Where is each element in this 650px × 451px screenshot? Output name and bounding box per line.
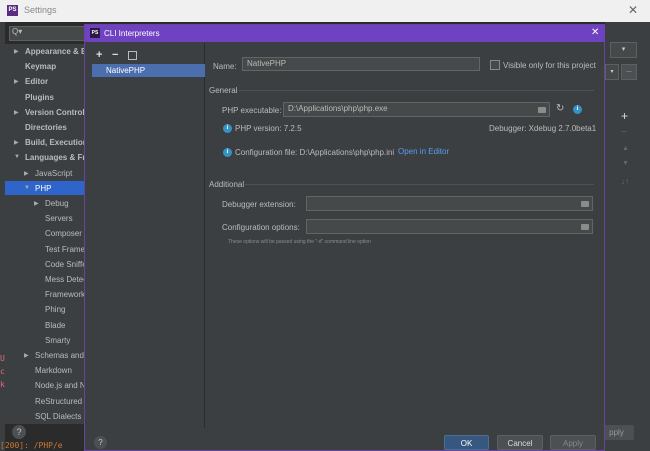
ok-button[interactable]: OK bbox=[444, 435, 489, 450]
debugger-extension-folder-icon[interactable] bbox=[581, 201, 589, 207]
tree-expand-arrow-icon[interactable]: ▶ bbox=[14, 139, 19, 146]
name-input[interactable]: NativePHP bbox=[242, 57, 480, 71]
php-version-info-icon: i bbox=[223, 124, 232, 133]
settings-tree-item[interactable]: ReStructured T bbox=[35, 397, 84, 406]
settings-tree-item[interactable]: SQL Dialects bbox=[35, 412, 84, 421]
sort-icon[interactable]: ↓↑ bbox=[621, 177, 629, 186]
settings-tree-item[interactable]: JavaScript bbox=[35, 169, 84, 178]
configuration-options-folder-icon[interactable] bbox=[581, 224, 589, 230]
interpreter-list-panel bbox=[86, 43, 205, 428]
settings-tree-item[interactable]: Composer bbox=[45, 229, 84, 238]
tree-expand-arrow-icon[interactable]: ▼ bbox=[24, 185, 30, 191]
settings-tree-item[interactable]: PHP bbox=[35, 184, 84, 193]
php-executable-label: PHP executable: bbox=[222, 106, 282, 115]
tree-expand-arrow-icon[interactable]: ▶ bbox=[14, 48, 19, 55]
apply-button[interactable]: Apply bbox=[550, 435, 596, 450]
move-down-icon[interactable]: ▼ bbox=[622, 160, 629, 167]
plus-icon[interactable]: + bbox=[621, 109, 628, 123]
debugger-extension-label: Debugger extension: bbox=[222, 200, 296, 209]
settings-tree-item[interactable]: Debug bbox=[45, 199, 84, 208]
settings-more-button[interactable]: ... bbox=[621, 64, 637, 80]
remove-interpreter-icon[interactable]: − bbox=[112, 49, 118, 61]
settings-tree-item[interactable]: Languages & Fra bbox=[25, 153, 84, 162]
settings-tree-item[interactable]: Servers bbox=[45, 214, 84, 223]
browse-folder-icon[interactable] bbox=[538, 107, 546, 113]
visible-only-checkbox[interactable] bbox=[490, 60, 500, 70]
settings-tree-item[interactable]: Node.js and N bbox=[35, 381, 84, 390]
settings-tree-item[interactable]: Directories bbox=[25, 123, 84, 132]
general-section-title: General bbox=[209, 86, 238, 95]
general-separator bbox=[238, 90, 594, 91]
additional-separator bbox=[245, 184, 594, 185]
open-in-editor-link[interactable]: Open in Editor bbox=[398, 147, 449, 156]
settings-interpreter-dropdown[interactable]: ▾ bbox=[605, 64, 619, 80]
settings-close-icon[interactable]: ✕ bbox=[628, 3, 638, 17]
settings-titlebar bbox=[0, 0, 650, 22]
php-version-text: PHP version: 7.2.5 bbox=[235, 124, 302, 133]
options-hint-text: These options will be passed using the "… bbox=[228, 239, 371, 245]
settings-tree-item[interactable]: Editor bbox=[25, 77, 84, 86]
configuration-options-label: Configuration options: bbox=[222, 223, 300, 232]
tree-expand-arrow-icon[interactable]: ▶ bbox=[14, 109, 19, 116]
add-interpreter-icon[interactable]: + bbox=[96, 49, 102, 61]
console-output-line: [200]: /PHP/e bbox=[0, 441, 63, 450]
dialog-close-icon[interactable]: ✕ bbox=[591, 27, 599, 38]
tree-expand-arrow-icon[interactable]: ▶ bbox=[34, 200, 39, 207]
debugger-text: Debugger: Xdebug 2.7.0beta1 bbox=[489, 124, 597, 133]
settings-tree-item[interactable]: Build, Execution, bbox=[25, 138, 84, 147]
settings-tree-item[interactable]: Version Control bbox=[25, 108, 84, 117]
minus-icon[interactable]: − bbox=[621, 127, 627, 138]
settings-tree-item[interactable]: Schemas and D bbox=[35, 351, 84, 360]
tree-expand-arrow-icon[interactable]: ▼ bbox=[14, 154, 20, 160]
tree-expand-arrow-icon[interactable]: ▶ bbox=[24, 352, 29, 359]
settings-tree-item[interactable]: Plugins bbox=[25, 93, 84, 102]
visible-only-label: Visible only for this project bbox=[503, 61, 596, 70]
settings-tree-item[interactable]: Keymap bbox=[25, 62, 84, 71]
cancel-button[interactable]: Cancel bbox=[497, 435, 543, 450]
name-label: Name: bbox=[213, 62, 237, 71]
phpstorm-app-icon: PS bbox=[7, 5, 18, 16]
php-executable-input[interactable]: D:\Applications\php\php.exe bbox=[283, 102, 550, 117]
settings-tree-item[interactable]: Mess Detec bbox=[45, 275, 84, 284]
debugger-extension-input[interactable] bbox=[306, 196, 593, 211]
interpreter-list-item-label: NativePHP bbox=[106, 66, 146, 75]
dialog-help-icon[interactable]: ? bbox=[94, 436, 107, 449]
dialog-titlebar bbox=[85, 25, 605, 42]
settings-combo-dropdown[interactable]: ▾ bbox=[610, 42, 637, 58]
additional-section-title: Additional bbox=[209, 180, 245, 189]
dialog-title: CLI Interpreters bbox=[104, 29, 160, 38]
settings-right-panel bbox=[605, 22, 650, 451]
console-partial-text: U c k bbox=[0, 354, 5, 389]
move-up-icon[interactable]: ▲ bbox=[622, 145, 629, 152]
info-icon[interactable]: i bbox=[573, 105, 582, 114]
settings-tree-item[interactable]: Blade bbox=[45, 321, 84, 330]
settings-tree-item[interactable]: Frameworks bbox=[45, 290, 84, 299]
tree-expand-arrow-icon[interactable]: ▶ bbox=[14, 78, 19, 85]
config-file-text: Configuration file: D:\Applications\php\… bbox=[235, 148, 395, 157]
settings-tree-item[interactable]: Phing bbox=[45, 305, 84, 314]
tree-expand-arrow-icon[interactable]: ▶ bbox=[24, 170, 29, 177]
settings-help-icon[interactable]: ? bbox=[12, 425, 26, 439]
settings-tree-item[interactable]: Test Framew bbox=[45, 245, 84, 254]
settings-window-title: Settings bbox=[24, 5, 57, 15]
copy-interpreter-icon[interactable] bbox=[128, 51, 137, 60]
settings-tree-item[interactable]: Markdown bbox=[35, 366, 84, 375]
config-file-info-icon: i bbox=[223, 148, 232, 157]
settings-tree-item[interactable]: Appearance & Be bbox=[25, 47, 84, 56]
configuration-options-input[interactable] bbox=[306, 219, 593, 234]
search-icon: Q▾ bbox=[12, 27, 23, 36]
reload-icon[interactable]: ↻ bbox=[556, 103, 564, 114]
settings-tree-item[interactable]: Smarty bbox=[45, 336, 84, 345]
settings-tree-item[interactable]: Code Sniffe bbox=[45, 260, 84, 269]
dialog-app-icon: PS bbox=[90, 28, 100, 38]
